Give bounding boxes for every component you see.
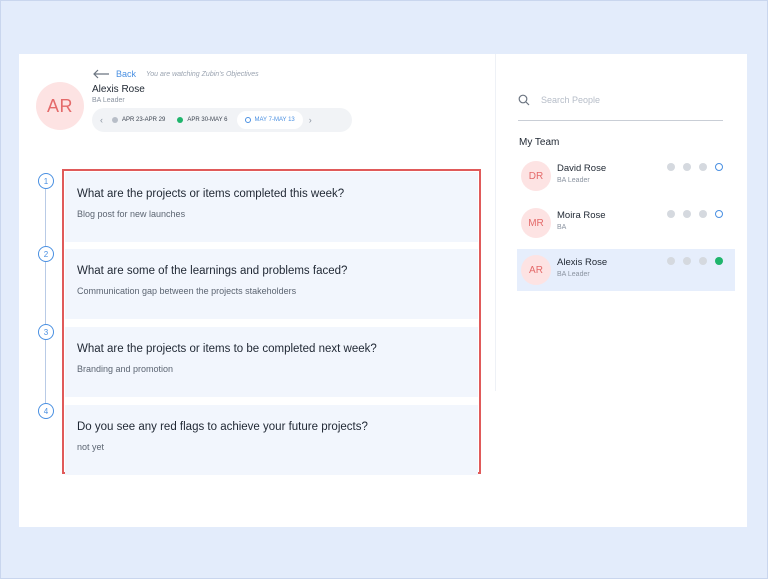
chevron-right-icon[interactable]: › xyxy=(309,115,312,125)
status-dot xyxy=(244,117,251,123)
week-status-dots xyxy=(667,210,723,218)
step-marker: 1 xyxy=(38,173,54,189)
status-dot xyxy=(112,117,118,123)
status-dot xyxy=(667,257,675,265)
member-name: Alexis Rose xyxy=(557,257,608,268)
status-dot xyxy=(715,257,723,265)
objective-card[interactable]: Do you see any red flags to achieve your… xyxy=(65,405,478,475)
panel-divider xyxy=(495,54,496,391)
week-chip[interactable]: APR 23-APR 29 xyxy=(109,117,168,123)
week-label: APR 30-MAY 6 xyxy=(187,117,228,123)
objective-question: Do you see any red flags to achieve your… xyxy=(77,421,368,433)
back-button[interactable]: Back xyxy=(92,69,136,79)
status-dot xyxy=(715,163,723,171)
team-member-david-rose[interactable]: DR David Rose BA Leader xyxy=(517,155,735,197)
chevron-left-icon[interactable]: ‹ xyxy=(100,115,103,125)
objective-card[interactable]: What are some of the learnings and probl… xyxy=(65,249,478,319)
status-dot xyxy=(667,163,675,171)
member-role: BA Leader xyxy=(557,271,590,278)
member-role: BA Leader xyxy=(557,177,590,184)
objective-question: What are the projects or items to be com… xyxy=(77,343,377,355)
avatar: DR xyxy=(521,161,551,191)
objective-card[interactable]: What are the projects or items to be com… xyxy=(65,327,478,397)
objective-answer: Blog post for new launches xyxy=(77,209,186,219)
back-label: Back xyxy=(116,69,137,79)
avatar: AR xyxy=(36,82,84,130)
search-icon xyxy=(518,94,530,106)
objective-question: What are some of the learnings and probl… xyxy=(77,265,348,277)
avatar: AR xyxy=(521,255,551,285)
member-role: BA xyxy=(557,224,567,231)
search-underline xyxy=(518,120,723,121)
week-label: APR 23-APR 29 xyxy=(122,117,166,123)
timeline-line xyxy=(45,189,46,404)
week-label: MAY 7-MAY 13 xyxy=(254,117,295,123)
status-dot xyxy=(683,257,691,265)
status-dot xyxy=(699,210,707,218)
status-dot xyxy=(699,163,707,171)
week-chip-current[interactable]: MAY 7-MAY 13 xyxy=(236,111,303,129)
watching-text: You are watching Zubin's Objectives xyxy=(146,71,259,78)
user-role: BA Leader xyxy=(92,97,125,104)
team-member-moira-rose[interactable]: MR Moira Rose BA xyxy=(517,202,735,244)
avatar: MR xyxy=(521,208,551,238)
step-marker: 2 xyxy=(38,246,54,262)
week-status-dots xyxy=(667,257,723,265)
status-dot xyxy=(683,210,691,218)
status-dot xyxy=(715,210,723,218)
member-name: David Rose xyxy=(557,163,607,174)
user-name: Alexis Rose xyxy=(92,84,145,95)
team-title: My Team xyxy=(519,137,560,148)
objective-answer: not yet xyxy=(77,442,105,452)
week-selector: ‹ APR 23-APR 29 APR 30-MAY 6 MAY 7-MAY 1… xyxy=(92,108,352,132)
objective-card[interactable]: What are the projects or items completed… xyxy=(65,172,478,242)
objective-answer: Communication gap between the projects s… xyxy=(77,286,297,296)
arrow-left-icon xyxy=(93,69,109,79)
status-dot xyxy=(699,257,707,265)
member-name: Moira Rose xyxy=(557,210,606,221)
week-chip[interactable]: APR 30-MAY 6 xyxy=(174,117,230,123)
objective-question: What are the projects or items completed… xyxy=(77,188,345,200)
week-status-dots xyxy=(667,163,723,171)
step-marker: 3 xyxy=(38,324,54,340)
status-dot xyxy=(177,117,184,123)
step-marker: 4 xyxy=(38,403,54,419)
team-member-alexis-rose[interactable]: AR Alexis Rose BA Leader xyxy=(517,249,735,291)
search-input[interactable] xyxy=(541,93,721,107)
objective-answer: Branding and promotion xyxy=(77,364,174,374)
status-dot xyxy=(683,163,691,171)
status-dot xyxy=(667,210,675,218)
